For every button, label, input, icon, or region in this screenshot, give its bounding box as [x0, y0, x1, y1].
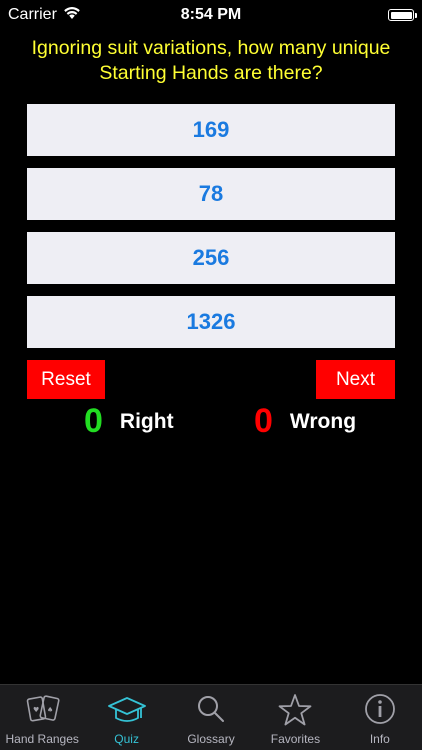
tab-glossary[interactable]: Glossary: [169, 685, 253, 750]
info-icon: [358, 690, 402, 730]
tab-hand-ranges[interactable]: ♥ ♠ Hand Ranges: [0, 685, 84, 750]
wrong-count: 0: [254, 402, 273, 440]
magnifier-icon: [189, 690, 233, 730]
tab-label: Glossary: [187, 732, 235, 746]
star-icon: [273, 690, 317, 730]
answer-button-3[interactable]: 256: [27, 232, 395, 284]
wifi-icon: [63, 6, 81, 25]
tab-label: Quiz: [114, 732, 139, 746]
tab-label: Info: [369, 732, 390, 746]
status-right: [388, 9, 422, 21]
battery-icon: [388, 9, 417, 21]
wrong-score: 0 Wrong: [254, 402, 356, 441]
tab-bar: ♥ ♠ Hand Ranges Quiz Glossary Favorites …: [0, 684, 422, 750]
svg-text:♥: ♥: [33, 706, 39, 714]
carrier-name: Carrier: [8, 6, 57, 23]
question-text: Ignoring suit variations, how many uniqu…: [31, 37, 391, 84]
answer-button-1[interactable]: 169: [27, 104, 395, 156]
tab-favorites[interactable]: Favorites: [253, 685, 337, 750]
tab-quiz[interactable]: Quiz: [84, 685, 168, 750]
answer-list: 169 78 256 1326: [27, 104, 395, 360]
next-button[interactable]: Next: [316, 360, 395, 399]
wrong-label: Wrong: [289, 409, 357, 433]
right-score: 0 Right: [84, 402, 174, 441]
tab-label: Favorites: [270, 732, 321, 746]
right-label: Right: [119, 409, 174, 433]
answer-button-4[interactable]: 1326: [27, 296, 395, 348]
cards-icon: ♥ ♠: [20, 690, 64, 730]
status-bar: Carrier 8:54 PM: [0, 0, 422, 30]
status-left: Carrier: [0, 6, 81, 25]
svg-text:♠: ♠: [47, 706, 53, 714]
tab-label: Hand Ranges: [5, 732, 79, 746]
graduation-cap-icon: [105, 690, 149, 730]
reset-button[interactable]: Reset: [27, 360, 105, 399]
tab-info[interactable]: Info: [338, 685, 422, 750]
right-count: 0: [84, 402, 103, 440]
answer-button-2[interactable]: 78: [27, 168, 395, 220]
